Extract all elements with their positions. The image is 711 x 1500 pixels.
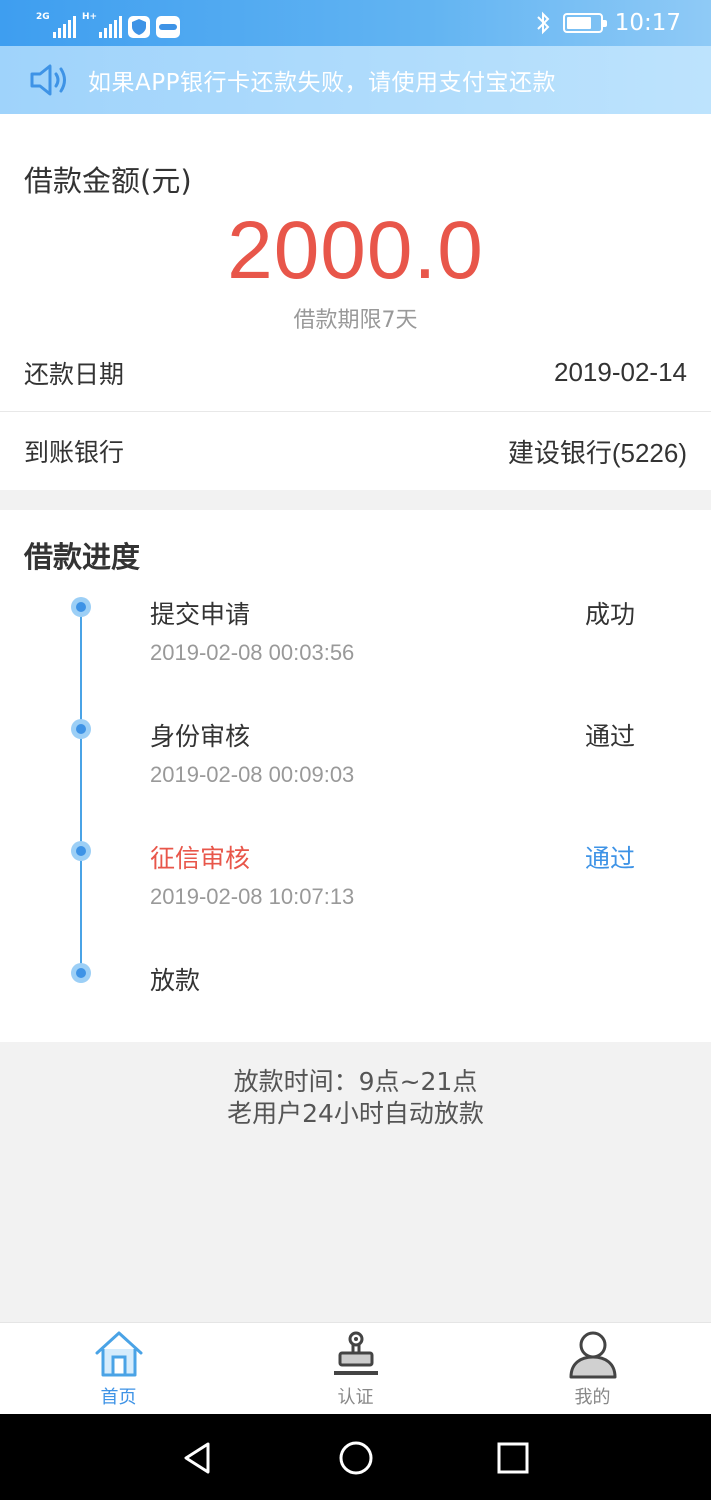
progress-step: 身份审核 2019-02-08 00:09:03 通过 bbox=[0, 719, 711, 829]
loan-progress-card: 借款进度 提交申请 2019-02-08 00:03:56 成功 身份审核 20… bbox=[0, 510, 711, 1042]
nav-label-auth: 认证 bbox=[337, 1387, 374, 1408]
step-status: 通过 bbox=[585, 844, 636, 873]
app-badge-icon bbox=[156, 16, 180, 38]
stamp-icon bbox=[333, 1331, 378, 1375]
nav-item-auth[interactable]: 认证 bbox=[237, 1323, 474, 1414]
notice-bar[interactable]: 如果APP银行卡还款失败，请使用支付宝还款 bbox=[0, 46, 711, 114]
step-time: 2019-02-08 10:07:13 bbox=[150, 884, 355, 909]
bank-label: 到账银行 bbox=[24, 438, 125, 467]
loan-amount: 2000.0 bbox=[227, 205, 484, 296]
back-icon[interactable] bbox=[178, 1438, 218, 1478]
notice-text: 如果APP银行卡还款失败，请使用支付宝还款 bbox=[88, 70, 556, 96]
signal-hplus-tag: H+ bbox=[82, 12, 98, 22]
nav-label-mine: 我的 bbox=[574, 1387, 611, 1408]
step-status: 成功 bbox=[585, 600, 636, 629]
home-icon bbox=[95, 1331, 142, 1377]
user-icon bbox=[569, 1331, 616, 1379]
speaker-icon bbox=[30, 64, 66, 96]
shield-app-icon bbox=[128, 16, 150, 38]
step-time: 2019-02-08 00:09:03 bbox=[150, 762, 355, 787]
step-dot-icon bbox=[71, 597, 91, 617]
repay-date-value: 2019-02-14 bbox=[554, 357, 687, 387]
signal-2g-tag: 2G bbox=[36, 12, 50, 22]
step-dot-icon bbox=[71, 963, 91, 983]
status-time: 10:17 bbox=[614, 10, 681, 36]
nav-item-mine[interactable]: 我的 bbox=[474, 1323, 711, 1414]
step-time: 2019-02-08 00:03:56 bbox=[150, 640, 355, 665]
auto-payout-text: 老用户24小时自动放款 bbox=[227, 1099, 484, 1128]
step-dot-icon bbox=[71, 841, 91, 861]
amount-label: 借款金额(元) bbox=[24, 164, 192, 198]
repay-date-label: 还款日期 bbox=[24, 359, 125, 389]
home-button-icon[interactable] bbox=[336, 1438, 376, 1478]
progress-step: 征信审核 2019-02-08 10:07:13 通过 bbox=[0, 841, 711, 951]
progress-step: 提交申请 2019-02-08 00:03:56 成功 bbox=[0, 597, 711, 707]
loan-summary-card: 借款金额(元) 2000.0 借款期限7天 还款日期 2019-02-14 到账… bbox=[0, 114, 711, 490]
step-status: 通过 bbox=[585, 722, 636, 751]
progress-step: 放款 bbox=[0, 963, 711, 1073]
payout-info: 放款时间：9点~21点 老用户24小时自动放款 bbox=[0, 1066, 711, 1130]
repay-date-row: 还款日期 2019-02-14 bbox=[0, 334, 711, 412]
bank-row: 到账银行 建设银行(5226) bbox=[0, 412, 711, 490]
step-name: 放款 bbox=[150, 966, 201, 995]
system-nav-bar bbox=[0, 1414, 711, 1500]
step-name: 提交申请 bbox=[150, 600, 251, 629]
loan-term: 借款期限7天 bbox=[293, 308, 418, 333]
recents-icon[interactable] bbox=[493, 1438, 533, 1478]
status-bar: 2G H+ 10:17 bbox=[0, 0, 711, 46]
step-dot-icon bbox=[71, 719, 91, 739]
payout-time-text: 放款时间：9点~21点 bbox=[233, 1067, 478, 1096]
signal-2g-icon: 2G bbox=[36, 12, 76, 38]
bank-value: 建设银行(5226) bbox=[507, 437, 687, 468]
battery-icon bbox=[562, 13, 607, 33]
bottom-nav: 首页 认证 我的 bbox=[0, 1322, 711, 1414]
step-name: 征信审核 bbox=[150, 844, 251, 873]
progress-title: 借款进度 bbox=[24, 540, 141, 574]
nav-label-home: 首页 bbox=[100, 1387, 137, 1408]
nav-item-home[interactable]: 首页 bbox=[0, 1323, 237, 1414]
bluetooth-icon bbox=[536, 11, 550, 35]
step-name: 身份审核 bbox=[150, 722, 251, 751]
signal-hplus-icon: H+ bbox=[82, 12, 122, 38]
